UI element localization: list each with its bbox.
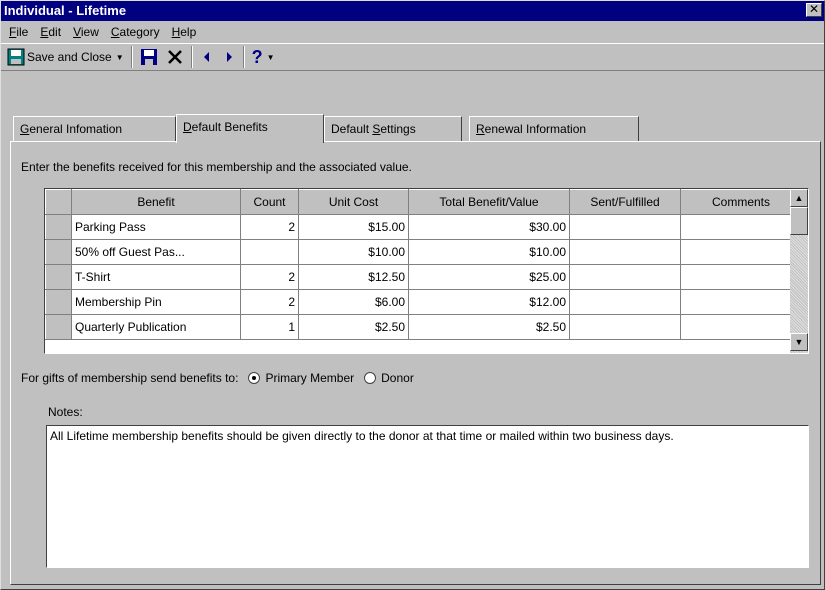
row-selector[interactable] — [45, 239, 72, 265]
close-button[interactable]: ✕ — [806, 3, 822, 17]
delete-button[interactable] — [162, 45, 188, 69]
cell-total-value[interactable]: $25.00 — [408, 264, 570, 290]
save-and-close-button[interactable]: Save and Close ▼ — [3, 45, 128, 69]
tab-general-information[interactable]: General Infomation — [13, 116, 176, 142]
cell-sent-fulfilled[interactable] — [569, 314, 681, 340]
row-selector[interactable] — [45, 314, 72, 340]
cell-count[interactable]: 2 — [240, 289, 299, 315]
x-delete-icon — [167, 50, 182, 64]
right-arrow-icon — [226, 52, 232, 62]
cell-total-value[interactable]: $10.00 — [408, 239, 570, 265]
column-header-total-benefit-value[interactable]: Total Benefit/Value — [408, 189, 570, 215]
floppy-disk-icon — [140, 49, 157, 65]
toolbar-separator — [130, 46, 133, 68]
cell-comments[interactable] — [680, 314, 793, 340]
notes-label: Notes: — [48, 405, 83, 419]
scroll-thumb[interactable] — [790, 207, 808, 235]
window-title: Individual - Lifetime — [4, 3, 127, 18]
row-selector[interactable] — [45, 264, 72, 290]
donor-label[interactable]: Donor — [381, 371, 414, 385]
cell-total-value[interactable]: $2.50 — [408, 314, 570, 340]
cell-sent-fulfilled[interactable] — [569, 239, 681, 265]
cell-unit-cost[interactable]: $2.50 — [298, 314, 409, 340]
save-and-close-label: Save and Close — [27, 50, 112, 64]
vertical-scrollbar[interactable]: ▲ ▼ — [790, 189, 808, 353]
cell-count[interactable]: 1 — [240, 314, 299, 340]
cell-comments[interactable] — [680, 264, 793, 290]
chevron-down-icon[interactable]: ▼ — [116, 53, 124, 62]
help-button[interactable]: ? ▼ — [248, 45, 279, 69]
cell-benefit[interactable]: Membership Pin — [71, 289, 241, 315]
next-record-button[interactable] — [218, 45, 240, 69]
cell-unit-cost[interactable]: $6.00 — [298, 289, 409, 315]
gift-recipient-label: For gifts of membership send benefits to… — [21, 371, 239, 385]
row-selector[interactable] — [45, 214, 72, 240]
donor-radio[interactable] — [364, 372, 377, 384]
gift-recipient-group: For gifts of membership send benefits to… — [21, 371, 414, 385]
menu-file[interactable]: File — [3, 25, 34, 39]
cell-sent-fulfilled[interactable] — [569, 264, 681, 290]
cell-unit-cost[interactable]: $12.50 — [298, 264, 409, 290]
column-header-count[interactable]: Count — [240, 189, 299, 215]
column-header-comments[interactable]: Comments — [680, 189, 793, 215]
question-mark-icon: ? — [251, 46, 263, 67]
cell-unit-cost[interactable]: $15.00 — [298, 214, 409, 240]
cell-sent-fulfilled[interactable] — [569, 214, 681, 240]
save-close-icon — [7, 48, 25, 66]
left-arrow-icon — [203, 52, 209, 62]
cell-benefit[interactable]: Quarterly Publication — [71, 314, 241, 340]
previous-record-button[interactable] — [196, 45, 218, 69]
cell-total-value[interactable]: $30.00 — [408, 214, 570, 240]
benefits-instruction: Enter the benefits received for this mem… — [21, 160, 412, 174]
menu-view[interactable]: View — [67, 25, 105, 39]
primary-member-radio[interactable] — [248, 372, 261, 384]
cell-count[interactable] — [240, 239, 299, 265]
row-selector[interactable] — [45, 289, 72, 315]
tab-default-benefits[interactable]: Default Benefits — [176, 114, 324, 143]
tab-default-settings[interactable]: Default Settings — [324, 116, 462, 142]
menu-help[interactable]: Help — [166, 25, 203, 39]
scroll-down-button[interactable]: ▼ — [790, 333, 808, 351]
table-row[interactable]: Membership Pin 2 $6.00 $12.00 — [45, 289, 793, 315]
table-row[interactable]: T-Shirt 2 $12.50 $25.00 — [45, 264, 793, 290]
cell-comments[interactable] — [680, 214, 793, 240]
scroll-up-button[interactable]: ▲ — [790, 189, 808, 207]
table-row[interactable]: 50% off Guest Pas... $10.00 $10.00 — [45, 239, 793, 265]
cell-comments[interactable] — [680, 239, 793, 265]
column-header-benefit[interactable]: Benefit — [71, 189, 241, 215]
cell-sent-fulfilled[interactable] — [569, 289, 681, 315]
cell-count[interactable]: 2 — [240, 214, 299, 240]
close-icon: ✕ — [808, 2, 820, 16]
column-header-sent-fulfilled[interactable]: Sent/Fulfilled — [569, 189, 681, 215]
title-bar: Individual - Lifetime ✕ — [1, 1, 824, 21]
toolbar-separator — [190, 46, 193, 68]
column-header-unit-cost[interactable]: Unit Cost — [298, 189, 409, 215]
chevron-down-icon[interactable]: ▼ — [267, 53, 275, 62]
cell-benefit[interactable]: 50% off Guest Pas... — [71, 239, 241, 265]
menu-edit[interactable]: Edit — [34, 25, 67, 39]
grid-header-row: Benefit Count Unit Cost Total Benefit/Va… — [45, 189, 793, 215]
benefits-grid[interactable]: Benefit Count Unit Cost Total Benefit/Va… — [44, 188, 809, 354]
toolbar-separator — [242, 46, 245, 68]
cell-count[interactable]: 2 — [240, 264, 299, 290]
save-button[interactable] — [136, 45, 162, 69]
cell-total-value[interactable]: $12.00 — [408, 289, 570, 315]
table-row[interactable]: Parking Pass 2 $15.00 $30.00 — [45, 214, 793, 240]
cell-benefit[interactable]: Parking Pass — [71, 214, 241, 240]
menu-category[interactable]: Category — [105, 25, 166, 39]
cell-unit-cost[interactable]: $10.00 — [298, 239, 409, 265]
toolbar: Save and Close ▼ ? ▼ — [1, 43, 824, 71]
membership-window: Individual - Lifetime ✕ File Edit View C… — [0, 0, 825, 590]
primary-member-label[interactable]: Primary Member — [265, 371, 354, 385]
grid-corner[interactable] — [45, 189, 72, 215]
table-row[interactable]: Quarterly Publication 1 $2.50 $2.50 — [45, 314, 793, 340]
cell-benefit[interactable]: T-Shirt — [71, 264, 241, 290]
notes-textarea[interactable]: All Lifetime membership benefits should … — [46, 425, 809, 568]
menu-bar: File Edit View Category Help — [1, 21, 824, 43]
tab-renewal-information[interactable]: Renewal Information — [469, 116, 639, 142]
cell-comments[interactable] — [680, 289, 793, 315]
